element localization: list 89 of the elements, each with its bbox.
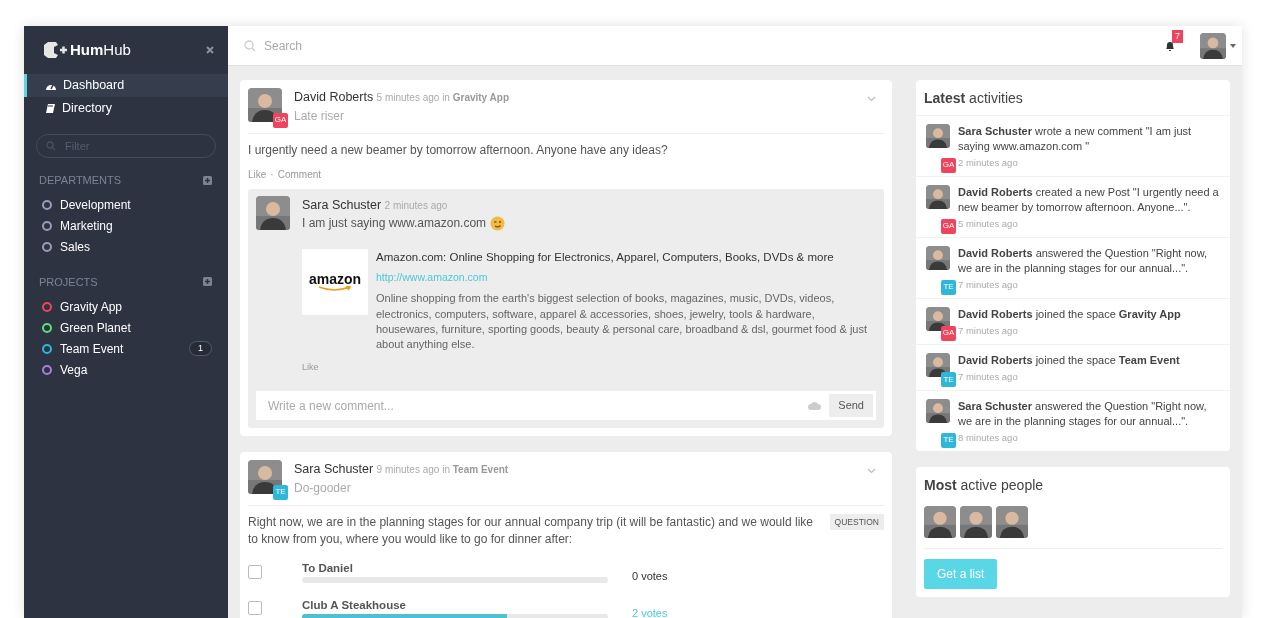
add-icon[interactable] — [203, 175, 212, 185]
sidebar-item[interactable]: Development — [24, 194, 228, 216]
comment-field[interactable]: Write a new comment... Send — [256, 391, 876, 420]
sidebar-item[interactable]: Green Planet — [24, 317, 228, 338]
question-tag: QUESTION — [829, 513, 884, 531]
activity-text[interactable]: Sara Schuster wrote a new comment "I am just saying www.amazon.com " — [958, 124, 1222, 154]
preview-title[interactable]: Amazon.com: Online Shopping for Electronics, Apparel, Computers, Books, DVDs & more — [376, 249, 876, 267]
author-name[interactable]: Sara Schuster — [302, 198, 382, 213]
item-label: Vega — [60, 361, 88, 379]
activity-time: 7 minutes ago — [958, 369, 1019, 384]
item-label: Gravity App — [60, 298, 123, 316]
sidebar-item[interactable]: Vega — [24, 359, 228, 380]
space-badge: TE — [941, 372, 956, 387]
notification-icon[interactable] — [1164, 39, 1176, 52]
avatar — [256, 196, 290, 231]
option-label: Club A Steakhouse — [302, 597, 407, 613]
notification-count: 7 — [1172, 29, 1183, 43]
activity-text[interactable]: David Roberts joined the space Gravity App — [958, 306, 1181, 322]
post-text: I urgently need a new beamer by tomorrow afternoon. Anyone have any ideas? — [248, 141, 668, 159]
activity-time: 7 minutes ago — [958, 277, 1019, 292]
comment-text: I am just saying www.amazon.com — [302, 214, 487, 232]
sidebar-item[interactable]: Sales — [24, 236, 228, 258]
author-name[interactable]: David Roberts — [294, 90, 374, 104]
item-label: Green Planet — [60, 319, 131, 337]
avatar — [926, 245, 950, 270]
logo-text: amazon — [308, 272, 362, 287]
add-icon[interactable] — [203, 277, 212, 287]
avatar — [926, 306, 950, 331]
avatar — [926, 399, 950, 423]
item-label: Team Event — [60, 340, 124, 358]
checkbox[interactable] — [248, 601, 262, 616]
logo-text: HumHub — [70, 39, 131, 60]
chevron-icon[interactable] — [867, 96, 876, 102]
activity-time: 5 minutes ago — [958, 216, 1019, 231]
separator-dot: · — [270, 168, 274, 183]
avatar — [926, 124, 950, 148]
sidebar-item[interactable]: Marketing — [24, 215, 228, 237]
preview-description: Online shopping from the earth's biggest selection of books, magazines, music, DVDs, videos, electronics, computers, software, apparel & accessories, shoes, jewelry, tools & hardware, housewares, furniture, sporting goods, beauty & personal care, broadband & dsl, gourmet food & just about anything else. — [376, 291, 868, 353]
logo-icon — [42, 41, 68, 59]
author-subtitle: Do-gooder — [294, 479, 352, 497]
space-badge: GA — [273, 112, 288, 128]
avatar — [960, 505, 992, 538]
item-label: Marketing — [60, 218, 113, 235]
author-name[interactable]: Sara Schuster — [294, 461, 374, 476]
space-badge: TE — [273, 484, 288, 500]
nav-item[interactable]: Directory — [24, 97, 228, 120]
space-badge: TE — [941, 279, 956, 295]
space-badge: GA — [941, 157, 956, 173]
section-title: DEPARTMENTS — [39, 173, 122, 188]
avatar — [926, 352, 950, 377]
post-meta: 5 minutes ago in Gravity App — [376, 92, 510, 103]
nav-item[interactable]: Dashboard — [24, 74, 228, 97]
caret-icon[interactable] — [1230, 43, 1236, 48]
activity-text[interactable]: David Roberts answered the Question "Right now, we are in the planning stages for our annual...". — [958, 245, 1222, 276]
search-icon — [244, 39, 256, 52]
emoji-icon — [490, 216, 506, 232]
sidebar-item[interactable]: Team Event 1 — [24, 338, 228, 359]
book-icon — [45, 103, 56, 114]
activity-time: 7 minutes ago — [958, 323, 1019, 338]
card-title: Most active people — [923, 475, 1045, 495]
vote-count: 0 votes — [632, 569, 668, 585]
activity-text[interactable]: David Roberts joined the space Team Event — [958, 352, 1180, 368]
author-subtitle: Late riser — [294, 107, 346, 125]
count-badge: 1 — [189, 340, 212, 357]
card-title: Latest activities — [923, 89, 1024, 108]
avatar — [926, 184, 950, 209]
activity-time: 8 minutes ago — [958, 430, 1019, 445]
avatar — [996, 505, 1028, 538]
chevron-icon[interactable] — [867, 467, 876, 474]
section-title: PROJECTS — [39, 274, 98, 290]
item-label: Sales — [60, 239, 91, 256]
space-badge: GA — [941, 218, 956, 234]
post-meta: 9 minutes ago in Team Event — [376, 463, 509, 475]
option-label: To Daniel — [302, 561, 354, 576]
send-button[interactable]: Send — [829, 394, 873, 417]
comment-time: 2 minutes ago — [384, 200, 448, 212]
space-badge: TE — [941, 432, 956, 448]
activity-time: 2 minutes ago — [958, 155, 1019, 170]
item-label: Development — [60, 197, 131, 214]
activity-text[interactable]: David Roberts created a new Post "I urgently need a new beamer by tomorrow afternoon. Anyone...". — [958, 184, 1222, 215]
avatar — [1200, 32, 1226, 59]
close-icon[interactable] — [206, 46, 214, 54]
activity-text[interactable]: Sara Schuster answered the Question "Right now, we are in the planning stages for our annual...". — [958, 399, 1222, 429]
post-text: Right now, we are in the planning stages for our annual company trip (it will be fantastic) and we would like to know from you, where you would like to go for dinner after: — [248, 513, 814, 548]
site-logo[interactable]: amazon — [302, 249, 368, 316]
checkbox[interactable] — [248, 564, 262, 579]
space-badge: GA — [941, 325, 956, 341]
sidebar-item[interactable]: Gravity App — [24, 296, 228, 317]
avatar — [924, 505, 956, 538]
